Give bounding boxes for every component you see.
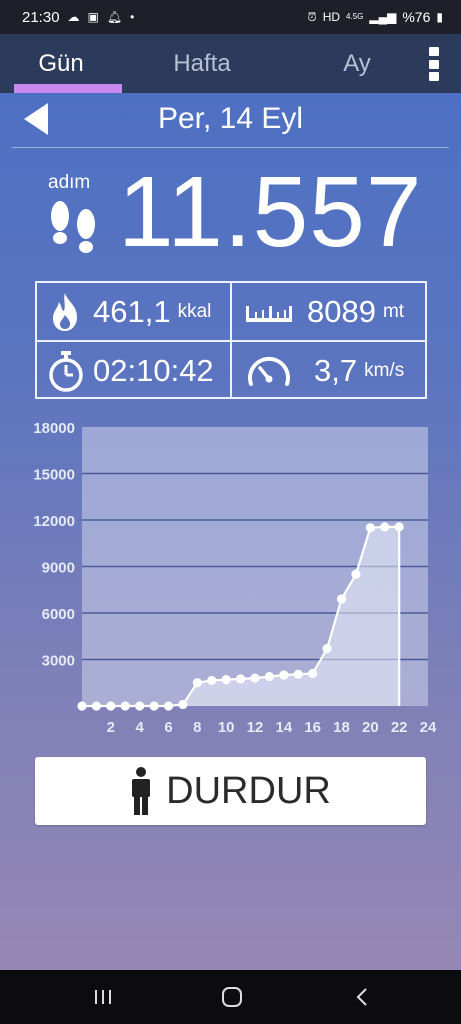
chart-data-point [351,569,361,579]
bell-icon: 🔔︎ [106,10,123,24]
chart-data-point [293,669,303,679]
chart-data-point [279,670,289,680]
stop-button[interactable]: DURDUR [35,757,426,825]
chart-y-tick-label: 6000 [42,606,75,623]
tab-bar: Gün Hafta Ay [0,34,461,93]
system-nav-bar [0,970,461,1024]
alarm-icon: ⏰︎ [307,10,317,24]
chart-data-point [264,671,275,682]
speed-value: 3,7 [314,352,358,388]
chart-data-point [120,701,130,711]
chart-x-tick-label: 14 [275,719,292,736]
calories-unit: kkal [177,300,212,322]
chart-x-tick-label: 12 [247,719,264,736]
distance-unit: mt [382,300,405,322]
chart-data-point [178,699,188,710]
battery-level: %76 [402,9,431,25]
chart-data-point [192,678,202,688]
status-bar: 21:30 ☁ ▣ 🔔︎ • ⏰︎ HD 4.5G ▂▄▆ %76 ▮ [0,0,461,34]
chart-x-tick-label: 10 [218,719,235,736]
overflow-menu-button[interactable] [427,47,441,81]
tab-month-label: Ay [343,49,371,77]
chart-x-tick-label: 6 [164,719,172,736]
tab-month[interactable]: Ay [282,34,432,93]
chart-data-point [322,644,332,654]
menu-dot-icon [429,72,439,81]
home-icon[interactable] [217,983,247,1011]
chart-x-tick-label: 22 [391,719,408,736]
chart-y-tick-label: 18000 [33,420,75,437]
chart-y-tick-label: 3000 [42,653,75,670]
chart-data-point [221,675,231,685]
speedometer-icon [248,356,290,386]
chart-data-point [380,522,390,532]
distance-value: 8089 [307,293,376,329]
box-icon: ▣ [87,10,99,24]
menu-dot-icon [429,59,439,69]
menu-dot-icon [429,47,439,56]
person-icon [132,767,151,815]
date-title: Per, 14 Eyl [157,102,304,135]
chart-data-point [235,674,246,684]
footprints-icon [51,201,95,253]
network-type: 4.5G [346,12,364,21]
tab-day[interactable]: Gün [0,34,122,93]
tab-week[interactable]: Hafta [122,34,282,93]
steps-label: adım [48,172,91,193]
chart-data-point [106,701,116,711]
active-tab-indicator [14,84,122,93]
chart-x-tick-label: 8 [193,719,201,736]
chart-data-point [91,701,102,711]
speed-unit: km/s [364,359,405,381]
chart-data-point [394,522,404,532]
calories-stat: 461,1 kkal [37,283,230,340]
chart-data-point [336,594,347,604]
stopwatch-icon [49,350,83,392]
chart-data-point [163,701,174,711]
chart-x-tick-label: 16 [304,719,321,736]
tab-week-label: Hafta [173,49,231,77]
chart-data-point [250,673,260,683]
speed-stat: 3,7 km/s [232,342,425,399]
date-header: Per, 14 Eyl [12,93,449,148]
chart-data-point [77,701,87,711]
chart-data-point [149,701,159,711]
chart-x-tick-label: 24 [420,719,437,736]
chart-data-point [135,701,145,711]
chart-x-tick-label: 18 [333,719,350,736]
stats-grid: 461,1 kkal 8089 mt 02:10:42 3,7 km/s [35,281,427,399]
chart-x-tick-label: 2 [107,719,115,736]
steps-chart: 3000600090001200015000180002 4 6 8 10 12 14 16 1… [33,420,437,736]
chart-y-tick-label: 15000 [33,467,75,484]
distance-stat: 8089 mt [232,283,425,340]
chart-data-point [365,523,375,533]
ruler-icon [246,305,292,322]
flame-icon [53,292,77,331]
duration-stat: 02:10:42 [37,342,230,399]
chart-x-tick-label: 4 [135,719,144,736]
recent-apps-icon[interactable] [88,983,118,1011]
chart-x-tick-label: 20 [362,719,379,736]
cloud-icon: ☁ [67,10,80,24]
chart-y-tick-label: 12000 [33,513,75,530]
dot-icon: • [130,10,135,24]
chart-y-tick-label: 9000 [42,560,75,577]
battery-icon: ▮ [436,10,443,24]
signal-icon: ▂▄▆ [369,10,397,24]
back-icon[interactable] [348,983,378,1011]
app-screen: 21:30 ☁ ▣ 🔔︎ • ⏰︎ HD 4.5G ▂▄▆ %76 ▮ Gün … [0,0,461,1024]
chart-data-point [308,668,318,679]
step-count: 11.557 [118,156,423,268]
duration-value: 02:10:42 [93,352,214,388]
tab-day-label: Gün [38,49,84,77]
stop-button-label: DURDUR [166,769,331,812]
status-time: 21:30 [22,8,60,26]
hd-icon: HD [322,10,341,24]
calories-value: 461,1 [93,293,171,329]
chart-data-point [207,675,217,686]
